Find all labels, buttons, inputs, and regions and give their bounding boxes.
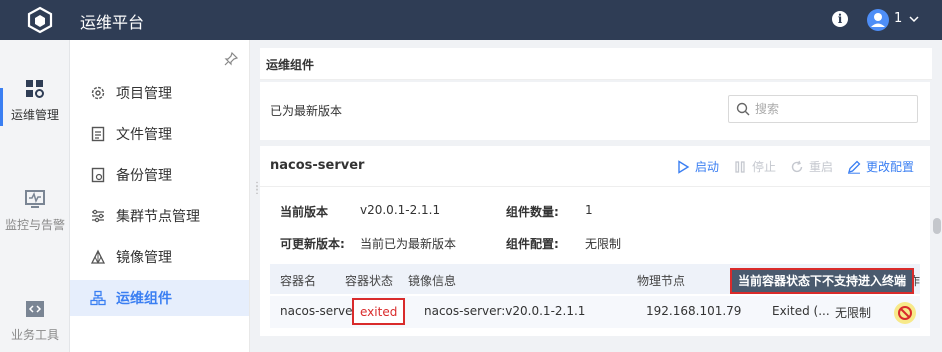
component-config-value: 无限制 xyxy=(585,237,622,251)
current-version-value: v20.0.1-2.1.1 xyxy=(360,203,441,217)
component-config-row: 组件配置: xyxy=(506,235,559,252)
scroll-thumb[interactable] xyxy=(933,218,941,234)
nav-item-cluster[interactable]: 集群节点管理 xyxy=(70,198,249,234)
search-input[interactable] xyxy=(755,100,910,118)
nav-item-images[interactable]: 镜像管理 xyxy=(70,239,249,275)
components-icon xyxy=(90,290,106,306)
component-config-value-wrap: 无限制 xyxy=(585,235,621,252)
app-title: 运维平台 xyxy=(80,13,145,32)
start-label: 启动 xyxy=(694,160,719,174)
nav-item-label: 备份管理 xyxy=(116,168,172,184)
cell-resource-limit: 无限制 xyxy=(835,306,872,320)
refresh-icon xyxy=(791,160,803,172)
component-count-value: 1 xyxy=(585,203,593,217)
current-version-row: 当前版本 xyxy=(280,203,328,220)
scrollbar[interactable] xyxy=(932,48,942,352)
component-config-label: 组件配置: xyxy=(506,237,559,251)
col-physical-node: 物理节点 xyxy=(637,274,686,288)
rail-item-tools[interactable]: 业务工具 xyxy=(0,298,70,343)
rail-item-monitor[interactable]: 监控与告警 xyxy=(0,188,70,233)
rail-item-label: 业务工具 xyxy=(10,328,59,342)
top-bar: 运维平台 i 1 xyxy=(0,0,942,40)
toolbar: 已为最新版本 xyxy=(260,82,930,140)
resize-handle[interactable]: ⋮ ⋮ xyxy=(252,182,262,199)
cell-image-info: nacos-server:v20.0.1-2.1.1 xyxy=(424,304,586,318)
rail-item-label: 监控与告警 xyxy=(4,218,65,232)
nav-item-label: 镜像管理 xyxy=(116,250,172,266)
stop-label: 停止 xyxy=(751,160,776,174)
play-icon xyxy=(678,159,690,174)
terminal-tooltip: 当前容器状态下不支持进入终端 xyxy=(730,268,915,294)
component-count-label: 组件数量: xyxy=(506,205,559,219)
component-name: nacos-server xyxy=(270,158,365,173)
nav-item-label: 集群节点管理 xyxy=(116,209,200,225)
start-button[interactable]: 启动 xyxy=(676,158,719,175)
avatar[interactable] xyxy=(867,9,889,31)
status-badge: exited xyxy=(352,298,406,325)
search-icon xyxy=(736,102,750,116)
stop-button[interactable]: 停止 xyxy=(733,158,776,175)
table-header: 容器名 容器状态 镜像信息 物理节点 作 当前容器状态下不支持进入终端 xyxy=(270,264,920,294)
monitor-icon xyxy=(25,190,45,208)
nav-item-label: 文件管理 xyxy=(116,127,172,143)
chevron-down-icon[interactable] xyxy=(908,13,920,25)
apps-gear-icon xyxy=(26,80,44,98)
pin-icon[interactable] xyxy=(224,52,238,66)
cell-container-state: Exited (... xyxy=(772,304,830,318)
cell-container-name: nacos-server xyxy=(280,304,358,318)
rail-item-ops[interactable]: 运维管理 xyxy=(0,78,70,123)
sliders-icon xyxy=(92,209,104,223)
col-container-name: 容器名 xyxy=(280,274,317,288)
updatable-version-row: 可更新版本: xyxy=(280,235,345,252)
backup-icon xyxy=(91,167,105,183)
prohibited-icon xyxy=(898,306,912,320)
restart-label: 重启 xyxy=(808,160,833,174)
image-stack-icon xyxy=(90,249,106,264)
nav-item-backup[interactable]: 备份管理 xyxy=(70,157,249,193)
table-row: nacos-server exited nacos-server:v20.0.1… xyxy=(270,296,920,328)
pause-icon xyxy=(735,160,745,173)
nav-item-label: 运维组件 xyxy=(116,291,172,307)
rail-item-label: 运维管理 xyxy=(10,108,59,122)
nav-item-projects[interactable]: 项目管理 xyxy=(70,75,249,111)
component-count-value-wrap: 1 xyxy=(585,203,593,217)
component-count-row: 组件数量: xyxy=(506,203,559,220)
col-container-status: 容器状态 xyxy=(345,274,394,288)
edit-icon xyxy=(847,160,861,174)
component-actions: 启动 停止 重启 更改配置 xyxy=(676,158,914,175)
sub-nav: 项目管理 文件管理 备份管理 集群节点管理 镜像管理 运维组件 xyxy=(70,40,250,352)
cell-physical-node: 192.168.101.79 xyxy=(646,304,742,318)
restart-button[interactable]: 重启 xyxy=(790,158,833,175)
updatable-version-label: 可更新版本: xyxy=(280,237,345,251)
updatable-version-value-wrap: 当前已为最新版本 xyxy=(360,235,456,252)
user-label[interactable]: 1 xyxy=(894,11,902,26)
terminal-disabled-button[interactable] xyxy=(894,302,916,324)
info-icon[interactable]: i xyxy=(832,11,848,27)
page-title: 运维组件 xyxy=(266,58,315,72)
change-config-label: 更改配置 xyxy=(865,160,914,174)
gear-icon xyxy=(91,86,105,100)
nav-item-label: 项目管理 xyxy=(116,86,172,102)
search-box xyxy=(728,95,918,123)
change-config-button[interactable]: 更改配置 xyxy=(847,158,914,175)
nav-item-components[interactable]: 运维组件 xyxy=(70,280,249,316)
left-rail: 运维管理 监控与告警 业务工具 xyxy=(0,40,70,352)
user-icon xyxy=(871,13,885,27)
divider xyxy=(260,186,930,187)
nav-item-files[interactable]: 文件管理 xyxy=(70,116,249,152)
updatable-version-value: 当前已为最新版本 xyxy=(360,237,457,251)
current-version-label: 当前版本 xyxy=(280,205,329,219)
component-card: nacos-server 启动 停止 重启 更改配置 当前版本 v20.0.1-… xyxy=(260,146,930,336)
page-header: 运维组件 xyxy=(260,48,942,80)
version-status: 已为最新版本 xyxy=(270,104,343,118)
col-image-info: 镜像信息 xyxy=(408,274,457,288)
logo-cube-icon xyxy=(27,6,53,34)
code-window-icon xyxy=(26,301,44,317)
document-icon xyxy=(91,126,105,142)
current-version-value-wrap: v20.0.1-2.1.1 xyxy=(360,203,440,217)
